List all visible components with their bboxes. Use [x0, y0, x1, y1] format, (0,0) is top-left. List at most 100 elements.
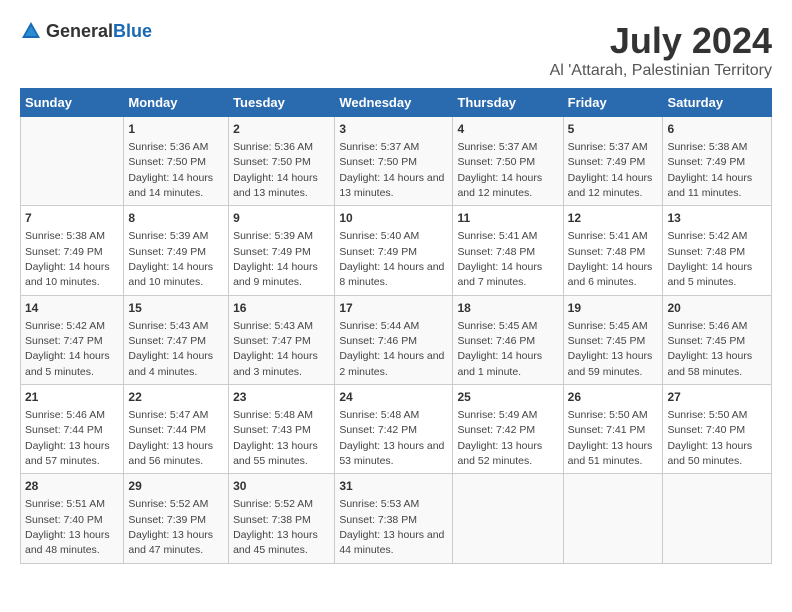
cell-info: Sunrise: 5:48 AMSunset: 7:43 PMDaylight:…	[233, 409, 318, 467]
cell-info: Sunrise: 5:36 AMSunset: 7:50 PMDaylight:…	[128, 141, 213, 199]
cell-info: Sunrise: 5:44 AMSunset: 7:46 PMDaylight:…	[339, 320, 444, 378]
general-blue-icon	[20, 20, 42, 42]
header-day: Sunday	[21, 89, 124, 117]
logo-content: GeneralBlue	[20, 20, 152, 42]
date-number: 29	[128, 478, 224, 495]
calendar-week-row: 14 Sunrise: 5:42 AMSunset: 7:47 PMDayligh…	[21, 295, 772, 384]
date-number: 12	[568, 210, 659, 227]
date-number: 26	[568, 389, 659, 406]
cell-info: Sunrise: 5:37 AMSunset: 7:50 PMDaylight:…	[457, 141, 542, 199]
date-number: 31	[339, 478, 448, 495]
date-number: 27	[667, 389, 767, 406]
date-number: 15	[128, 300, 224, 317]
date-number: 17	[339, 300, 448, 317]
header: GeneralBlue July 2024 Al 'Attarah, Pales…	[20, 20, 772, 80]
calendar-cell: 23Sunrise: 5:48 AMSunset: 7:43 PMDayligh…	[229, 385, 335, 474]
calendar-cell	[563, 474, 663, 563]
cell-info: Sunrise: 5:43 AMSunset: 7:47 PMDaylight:…	[128, 320, 213, 378]
cell-info: Sunrise: 5:46 AMSunset: 7:44 PMDaylight:…	[25, 409, 110, 467]
calendar-cell: 18 Sunrise: 5:45 AMSunset: 7:46 PMDayligh…	[453, 295, 563, 384]
date-number: 9	[233, 210, 330, 227]
date-number: 28	[25, 478, 119, 495]
calendar-cell: 20 Sunrise: 5:46 AMSunset: 7:45 PMDayligh…	[663, 295, 772, 384]
date-number: 24	[339, 389, 448, 406]
date-number: 3	[339, 121, 448, 138]
date-number: 21	[25, 389, 119, 406]
cell-info: Sunrise: 5:45 AMSunset: 7:45 PMDaylight:…	[568, 320, 653, 378]
date-number: 22	[128, 389, 224, 406]
header-day: Wednesday	[335, 89, 453, 117]
calendar-table: SundayMondayTuesdayWednesdayThursdayFrid…	[20, 88, 772, 564]
cell-info: Sunrise: 5:36 AMSunset: 7:50 PMDaylight:…	[233, 141, 318, 199]
logo: GeneralBlue	[20, 20, 152, 42]
cell-info: Sunrise: 5:48 AMSunset: 7:42 PMDaylight:…	[339, 409, 444, 467]
calendar-cell: 7Sunrise: 5:38 AMSunset: 7:49 PMDaylight…	[21, 206, 124, 295]
cell-info: Sunrise: 5:38 AMSunset: 7:49 PMDaylight:…	[667, 141, 752, 199]
calendar-cell: 15 Sunrise: 5:43 AMSunset: 7:47 PMDayligh…	[124, 295, 229, 384]
calendar-cell: 1 Sunrise: 5:36 AMSunset: 7:50 PMDaylight…	[124, 117, 229, 206]
header-day: Friday	[563, 89, 663, 117]
title-area: July 2024 Al 'Attarah, Palestinian Terri…	[550, 20, 772, 80]
calendar-cell: 10 Sunrise: 5:40 AMSunset: 7:49 PMDayligh…	[335, 206, 453, 295]
date-number: 4	[457, 121, 558, 138]
cell-info: Sunrise: 5:42 AMSunset: 7:47 PMDaylight:…	[25, 320, 110, 378]
cell-info: Sunrise: 5:41 AMSunset: 7:48 PMDaylight:…	[457, 230, 542, 288]
calendar-cell	[453, 474, 563, 563]
calendar-cell: 9Sunrise: 5:39 AMSunset: 7:49 PMDaylight…	[229, 206, 335, 295]
calendar-cell: 22 Sunrise: 5:47 AMSunset: 7:44 PMDayligh…	[124, 385, 229, 474]
cell-info: Sunrise: 5:50 AMSunset: 7:41 PMDaylight:…	[568, 409, 653, 467]
calendar-cell: 24 Sunrise: 5:48 AMSunset: 7:42 PMDayligh…	[335, 385, 453, 474]
date-number: 20	[667, 300, 767, 317]
calendar-week-row: 7Sunrise: 5:38 AMSunset: 7:49 PMDaylight…	[21, 206, 772, 295]
calendar-cell: 2 Sunrise: 5:36 AMSunset: 7:50 PMDaylight…	[229, 117, 335, 206]
cell-info: Sunrise: 5:40 AMSunset: 7:49 PMDaylight:…	[339, 230, 444, 288]
date-number: 7	[25, 210, 119, 227]
calendar-cell: 6 Sunrise: 5:38 AMSunset: 7:49 PMDaylight…	[663, 117, 772, 206]
date-number: 18	[457, 300, 558, 317]
calendar-cell: 8Sunrise: 5:39 AMSunset: 7:49 PMDaylight…	[124, 206, 229, 295]
date-number: 16	[233, 300, 330, 317]
date-number: 13	[667, 210, 767, 227]
calendar-cell: 13Sunrise: 5:42 AMSunset: 7:48 PMDayligh…	[663, 206, 772, 295]
date-number: 30	[233, 478, 330, 495]
calendar-cell: 25 Sunrise: 5:49 AMSunset: 7:42 PMDayligh…	[453, 385, 563, 474]
calendar-cell: 17 Sunrise: 5:44 AMSunset: 7:46 PMDayligh…	[335, 295, 453, 384]
calendar-cell: 26 Sunrise: 5:50 AMSunset: 7:41 PMDayligh…	[563, 385, 663, 474]
header-row: SundayMondayTuesdayWednesdayThursdayFrid…	[21, 89, 772, 117]
calendar-cell: 19 Sunrise: 5:45 AMSunset: 7:45 PMDayligh…	[563, 295, 663, 384]
cell-info: Sunrise: 5:37 AMSunset: 7:50 PMDaylight:…	[339, 141, 444, 199]
cell-info: Sunrise: 5:46 AMSunset: 7:45 PMDaylight:…	[667, 320, 752, 378]
date-number: 11	[457, 210, 558, 227]
calendar-cell: 27 Sunrise: 5:50 AMSunset: 7:40 PMDayligh…	[663, 385, 772, 474]
header-day: Saturday	[663, 89, 772, 117]
sub-title: Al 'Attarah, Palestinian Territory	[550, 62, 772, 80]
calendar-week-row: 28 Sunrise: 5:51 AMSunset: 7:40 PMDayligh…	[21, 474, 772, 563]
cell-info: Sunrise: 5:45 AMSunset: 7:46 PMDaylight:…	[457, 320, 542, 378]
cell-info: Sunrise: 5:53 AMSunset: 7:38 PMDaylight:…	[339, 498, 444, 556]
date-number: 2	[233, 121, 330, 138]
calendar-cell	[663, 474, 772, 563]
cell-info: Sunrise: 5:47 AMSunset: 7:44 PMDaylight:…	[128, 409, 213, 467]
calendar-cell: 29 Sunrise: 5:52 AMSunset: 7:39 PMDayligh…	[124, 474, 229, 563]
cell-info: Sunrise: 5:52 AMSunset: 7:39 PMDaylight:…	[128, 498, 213, 556]
calendar-week-row: 1 Sunrise: 5:36 AMSunset: 7:50 PMDaylight…	[21, 117, 772, 206]
cell-info: Sunrise: 5:50 AMSunset: 7:40 PMDaylight:…	[667, 409, 752, 467]
date-number: 19	[568, 300, 659, 317]
cell-info: Sunrise: 5:52 AMSunset: 7:38 PMDaylight:…	[233, 498, 318, 556]
calendar-cell: 28 Sunrise: 5:51 AMSunset: 7:40 PMDayligh…	[21, 474, 124, 563]
cell-info: Sunrise: 5:49 AMSunset: 7:42 PMDaylight:…	[457, 409, 542, 467]
header-day: Thursday	[453, 89, 563, 117]
cell-info: Sunrise: 5:41 AMSunset: 7:48 PMDaylight:…	[568, 230, 653, 288]
date-number: 14	[25, 300, 119, 317]
cell-info: Sunrise: 5:51 AMSunset: 7:40 PMDaylight:…	[25, 498, 110, 556]
header-day: Monday	[124, 89, 229, 117]
date-number: 10	[339, 210, 448, 227]
date-number: 8	[128, 210, 224, 227]
date-number: 1	[128, 121, 224, 138]
calendar-cell: 14 Sunrise: 5:42 AMSunset: 7:47 PMDayligh…	[21, 295, 124, 384]
date-number: 25	[457, 389, 558, 406]
calendar-cell: 21 Sunrise: 5:46 AMSunset: 7:44 PMDayligh…	[21, 385, 124, 474]
calendar-cell	[21, 117, 124, 206]
date-number: 5	[568, 121, 659, 138]
date-number: 6	[667, 121, 767, 138]
